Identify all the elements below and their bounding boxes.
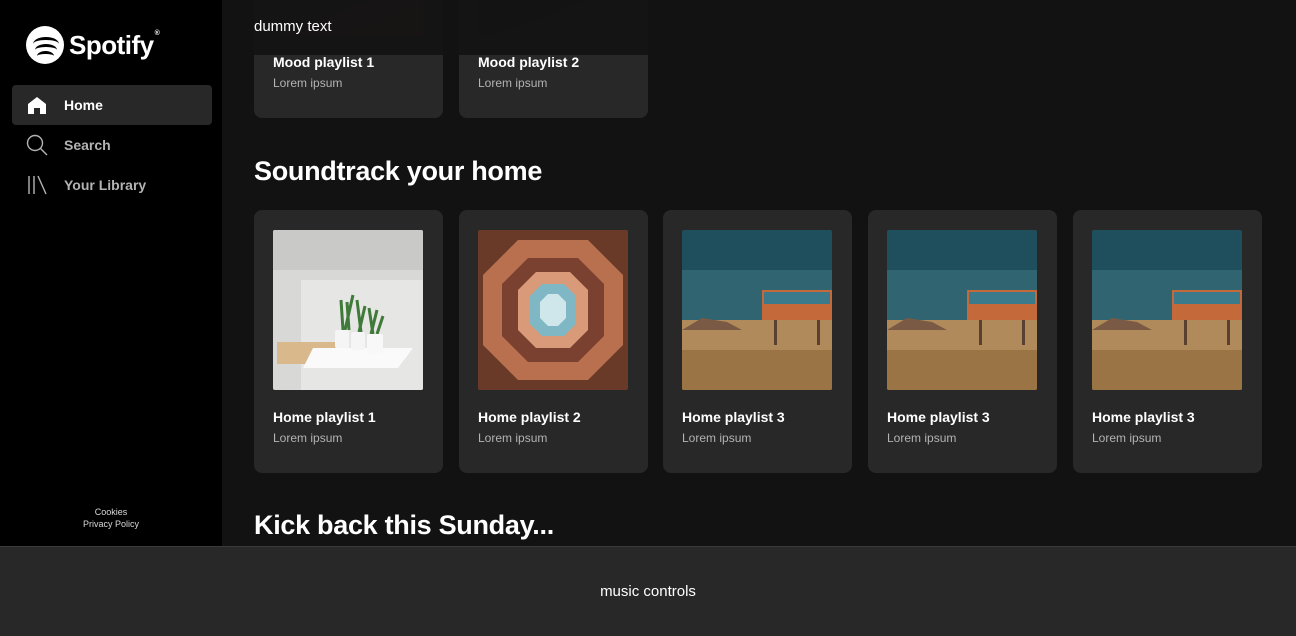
sidebar: Spotify® Home Search Your Library Cookie… [0,0,222,546]
legal-links: Cookies Privacy Policy [0,506,222,530]
playlist-cover-ceiling [478,230,628,390]
playlist-card-home-1[interactable]: Home playlist 1 Lorem ipsum [254,210,443,473]
player-bar: music controls [0,546,1296,636]
top-bar: dummy text [222,0,1296,55]
top-bar-text: dummy text [254,18,332,35]
section-title-home[interactable]: Soundtrack your home [254,156,542,187]
nav-item-library[interactable]: Your Library [12,165,212,205]
playlist-subtitle: Lorem ipsum [273,76,343,90]
playlist-cover-plants [273,230,423,390]
nav-item-label: Search [64,137,111,153]
nav-item-label: Your Library [64,177,147,193]
search-icon [26,134,48,156]
playlist-subtitle: Lorem ipsum [1092,431,1162,445]
playlist-subtitle: Lorem ipsum [887,431,957,445]
cookies-link[interactable]: Cookies [0,506,222,518]
playlist-cover-desert [682,230,832,390]
brand-name: Spotify® [69,29,160,60]
playlist-subtitle: Lorem ipsum [682,431,752,445]
spotify-logo-icon [26,26,64,64]
playlist-card-home-4[interactable]: Home playlist 3 Lorem ipsum [868,210,1057,473]
nav-item-search[interactable]: Search [12,125,212,165]
playlist-title: Home playlist 3 [1092,409,1195,425]
playlist-card-home-5[interactable]: Home playlist 3 Lorem ipsum [1073,210,1262,473]
playlist-title: Home playlist 3 [887,409,990,425]
playlist-title: Home playlist 1 [273,409,376,425]
playlist-card-home-3[interactable]: Home playlist 3 Lorem ipsum [663,210,852,473]
main-content: dummy text Mood playlist 1 Lorem ipsum M… [222,0,1296,546]
library-icon [26,174,48,196]
home-icon [26,94,48,116]
playlist-title: Home playlist 2 [478,409,581,425]
nav-item-home[interactable]: Home [12,85,212,125]
playlist-cover-desert [887,230,1037,390]
playlist-subtitle: Lorem ipsum [478,76,548,90]
playlist-card-home-2[interactable]: Home playlist 2 Lorem ipsum [459,210,648,473]
playlist-subtitle: Lorem ipsum [273,431,343,445]
nav-item-label: Home [64,97,103,113]
section-title-sunday[interactable]: Kick back this Sunday... [254,510,554,541]
playlist-title: Home playlist 3 [682,409,785,425]
playlist-title: Mood playlist 2 [478,54,580,70]
spotify-logo[interactable]: Spotify® [26,26,160,64]
playlist-subtitle: Lorem ipsum [478,431,548,445]
playlist-cover-desert [1092,230,1242,390]
playlist-title: Mood playlist 1 [273,54,375,70]
music-controls[interactable]: music controls [0,583,1296,600]
privacy-policy-link[interactable]: Privacy Policy [0,518,222,530]
main-nav: Home Search Your Library [12,85,212,205]
